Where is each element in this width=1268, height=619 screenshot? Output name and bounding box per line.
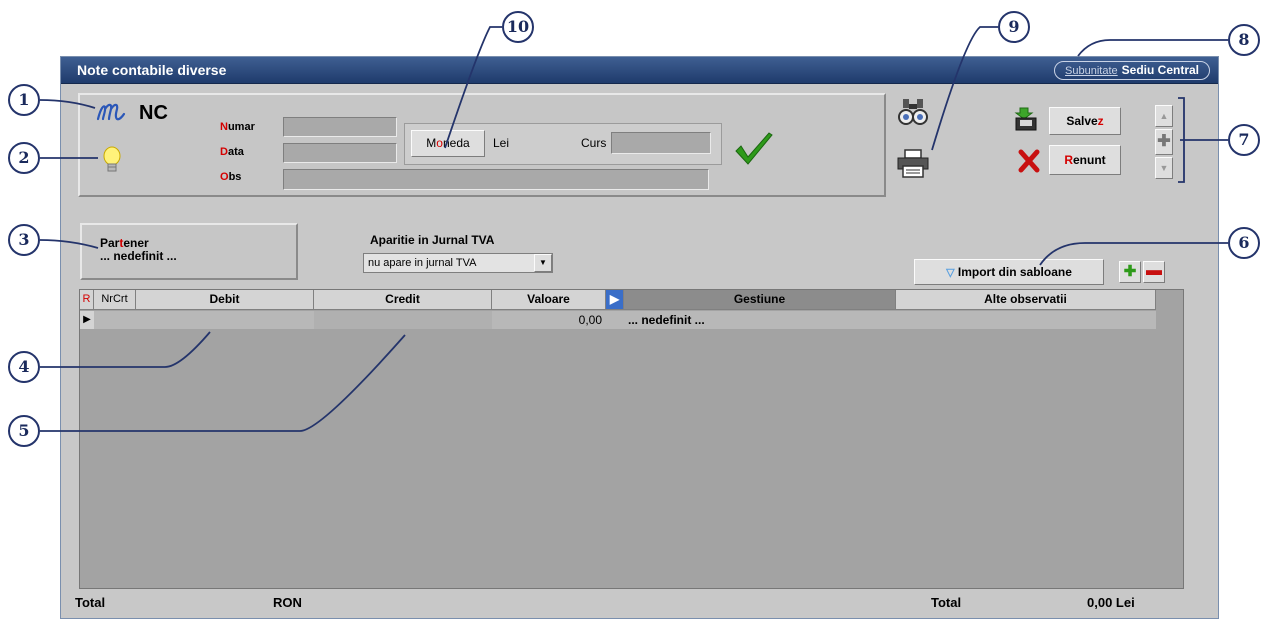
callout-3: 3 (8, 224, 40, 256)
callout-5: 5 (8, 415, 40, 447)
callout-2: 2 (8, 142, 40, 174)
callout-4: 4 (8, 351, 40, 383)
callout-8: 8 (1228, 24, 1260, 56)
callout-9: 9 (998, 11, 1030, 43)
callout-7: 7 (1228, 124, 1260, 156)
callout-6: 6 (1228, 227, 1260, 259)
callout-1: 1 (8, 84, 40, 116)
callout-lines (39, 26, 1228, 432)
callout-10: 10 (502, 11, 534, 43)
